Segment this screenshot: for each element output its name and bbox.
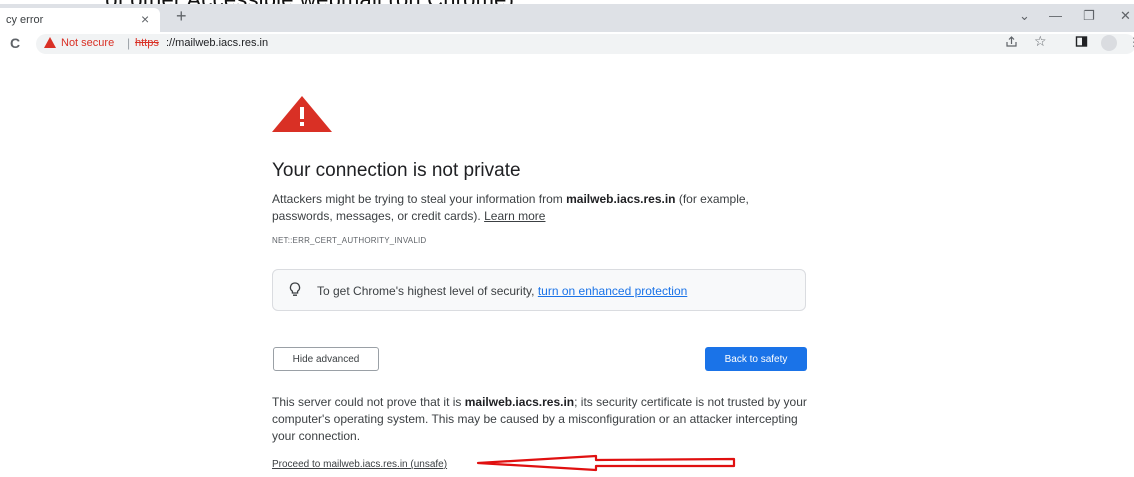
new-tab-button[interactable]: + xyxy=(176,7,187,25)
intro-domain: mailweb.iacs.res.in xyxy=(566,192,676,206)
tab-search-dropdown-icon[interactable]: ⌄ xyxy=(1019,7,1030,25)
reload-icon[interactable]: C xyxy=(10,35,20,51)
protection-text: To get Chrome's highest level of securit… xyxy=(317,284,688,298)
minimize-button[interactable]: — xyxy=(1049,7,1062,25)
annotation-arrow-icon xyxy=(476,454,736,472)
tab-close-icon[interactable]: × xyxy=(141,11,149,27)
tab-active[interactable]: cy error × xyxy=(0,8,160,32)
page-title: Your connection is not private xyxy=(272,160,521,181)
error-code: NET::ERR_CERT_AUTHORITY_INVALID xyxy=(272,236,427,245)
side-panel-icon[interactable] xyxy=(1075,35,1088,51)
enhanced-protection-link[interactable]: turn on enhanced protection xyxy=(538,284,687,298)
enhanced-protection-banner: To get Chrome's highest level of securit… xyxy=(272,269,806,311)
share-icon[interactable] xyxy=(1005,35,1018,51)
star-icon[interactable]: ☆ xyxy=(1034,33,1047,50)
lightbulb-icon xyxy=(289,282,301,303)
profile-avatar[interactable] xyxy=(1101,35,1117,51)
intro-paragraph: Attackers might be trying to steal your … xyxy=(272,192,749,223)
hide-advanced-button[interactable]: Hide advanced xyxy=(273,347,379,371)
details-paragraph: This server could not prove that it is m… xyxy=(272,395,807,443)
learn-more-link[interactable]: Learn more xyxy=(484,209,545,223)
proceed-unsafe-link[interactable]: Proceed to mailweb.iacs.res.in (unsafe) xyxy=(272,459,447,470)
details-domain: mailweb.iacs.res.in xyxy=(464,395,575,409)
address-separator: | xyxy=(127,36,131,50)
back-to-safety-button[interactable]: Back to safety xyxy=(705,347,807,371)
url-host: ://mailweb.iacs.res.in xyxy=(166,37,269,49)
url-scheme: https xyxy=(135,37,159,49)
warning-triangle-icon xyxy=(272,96,332,137)
not-secure-warning-icon[interactable] xyxy=(44,37,56,48)
tab-title: cy error xyxy=(6,14,44,26)
menu-icon[interactable]: ⋮ xyxy=(1128,35,1134,49)
restore-button[interactable]: ❐ xyxy=(1083,7,1095,25)
tab-strip: cy error × + ⌄ — ❐ ✕ xyxy=(0,4,1134,32)
security-status[interactable]: Not secure xyxy=(61,37,114,49)
browser-window: ... of other Accessible webmail (on Chro… xyxy=(0,0,1134,477)
close-window-button[interactable]: ✕ xyxy=(1120,7,1131,25)
